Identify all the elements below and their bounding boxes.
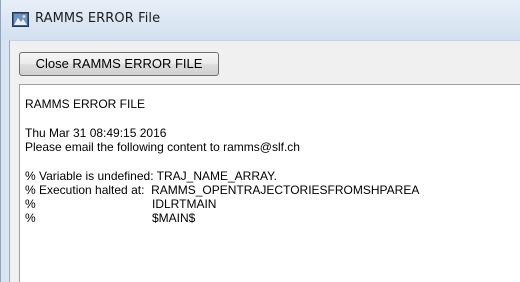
- error-line-prefix: %: [25, 211, 36, 225]
- traceback-routine: $MAIN$: [152, 211, 196, 225]
- error-line-prefix: %: [25, 169, 36, 183]
- error-file-heading: RAMMS ERROR FILE: [25, 97, 146, 111]
- error-line-text: Variable is undefined: TRAJ_NAME_ARRAY.: [35, 169, 277, 183]
- error-line-prefix: %: [25, 183, 36, 197]
- window-title: RAMMS ERROR File: [35, 11, 161, 26]
- ramms-app-icon: [12, 11, 29, 28]
- title-bar[interactable]: RAMMS ERROR File: [1, 0, 520, 40]
- error-timestamp: Thu Mar 31 08:49:15 2016: [25, 126, 167, 140]
- email-instruction: Please email the following content to ra…: [25, 140, 300, 154]
- close-error-file-button[interactable]: Close RAMMS ERROR FILE: [19, 52, 219, 76]
- error-text-area[interactable]: RAMMS ERROR FILE Thu Mar 31 08:49:15 201…: [19, 84, 520, 282]
- error-line-prefix: %: [25, 197, 36, 211]
- traceback-routine: IDLRTMAIN: [152, 197, 217, 211]
- error-line-text: Execution halted at: RAMMS_OPENTRAJECTOR…: [35, 183, 420, 197]
- error-line: % Execution halted at: RAMMS_OPENTRAJECT…: [25, 183, 419, 197]
- error-line: % Variable is undefined: TRAJ_NAME_ARRAY…: [25, 169, 277, 183]
- error-file-window: RAMMS ERROR File Close RAMMS ERROR FILE …: [0, 0, 520, 282]
